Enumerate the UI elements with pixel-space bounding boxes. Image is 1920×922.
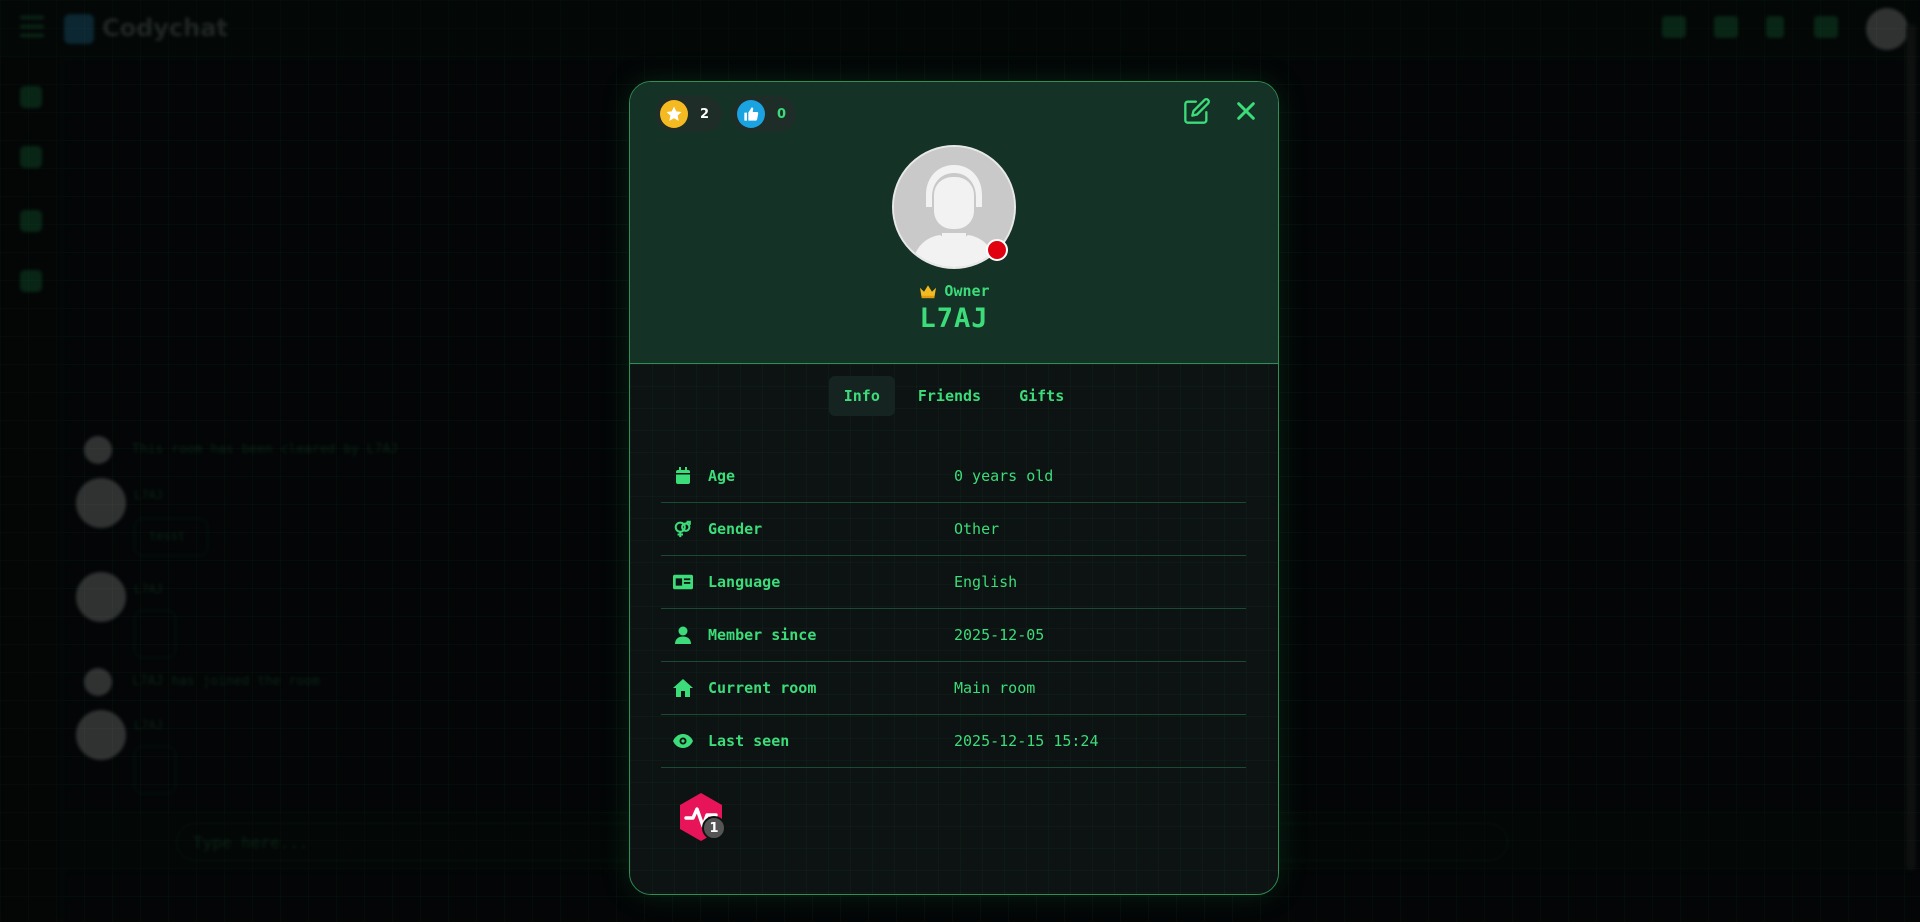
tab-info[interactable]: Info xyxy=(828,376,895,416)
close-icon[interactable] xyxy=(1231,96,1261,126)
info-value: Main room xyxy=(954,679,1036,697)
info-row-language: Language English xyxy=(661,556,1246,609)
gender-icon xyxy=(673,519,693,539)
likes-pill[interactable]: 0 xyxy=(732,96,796,132)
profile-avatar-wrap xyxy=(892,145,1016,269)
badge-count: 1 xyxy=(702,816,726,840)
info-label: Age xyxy=(708,467,736,485)
thumbs-up-icon xyxy=(737,100,765,128)
info-value: 0 years old xyxy=(954,467,1054,485)
edit-icon[interactable] xyxy=(1182,96,1212,126)
profile-body: Info Friends Gifts Age 0 years old Gende… xyxy=(630,364,1278,894)
info-label: Last seen xyxy=(708,732,790,750)
info-value: 2025-12-05 xyxy=(954,626,1045,644)
info-label: Member since xyxy=(708,626,817,644)
tab-gifts[interactable]: Gifts xyxy=(1004,376,1079,416)
info-value: Other xyxy=(954,520,1000,538)
points-count: 2 xyxy=(700,106,710,122)
language-card-icon xyxy=(673,572,693,592)
info-row-member-since: Member since 2025-12-05 xyxy=(661,609,1246,662)
eye-icon xyxy=(673,731,693,751)
info-row-age: Age 0 years old xyxy=(661,450,1246,503)
profile-modal: 2 0 Owner L7AJ Info Friends Gifts Age 0 … xyxy=(629,81,1279,895)
crown-icon xyxy=(920,285,937,299)
info-row-last-seen: Last seen 2025-12-15 15:24 xyxy=(661,715,1246,768)
info-label: Language xyxy=(708,573,781,591)
likes-count: 0 xyxy=(777,106,787,122)
info-value: 2025-12-15 15:24 xyxy=(954,732,1099,750)
info-table: Age 0 years old Gender Other Language En… xyxy=(661,450,1246,768)
info-value: English xyxy=(954,573,1018,591)
info-label: Gender xyxy=(708,520,763,538)
profile-header: 2 0 Owner L7AJ xyxy=(630,82,1278,364)
activity-badge[interactable]: 1 xyxy=(678,792,730,846)
user-icon xyxy=(673,625,693,645)
profile-tabs: Info Friends Gifts xyxy=(630,376,1278,416)
profile-username: L7AJ xyxy=(919,303,989,334)
rank-label: Owner xyxy=(944,282,990,300)
status-offline-dot xyxy=(986,239,1008,261)
home-icon xyxy=(673,678,693,698)
info-row-gender: Gender Other xyxy=(661,503,1246,556)
tab-friends[interactable]: Friends xyxy=(903,376,996,416)
calendar-icon xyxy=(673,466,693,486)
points-pill[interactable]: 2 xyxy=(655,96,722,132)
info-label: Current room xyxy=(708,679,817,697)
star-icon xyxy=(660,100,688,128)
info-row-current-room: Current room Main room xyxy=(661,662,1246,715)
rank-row: Owner xyxy=(630,282,1278,300)
